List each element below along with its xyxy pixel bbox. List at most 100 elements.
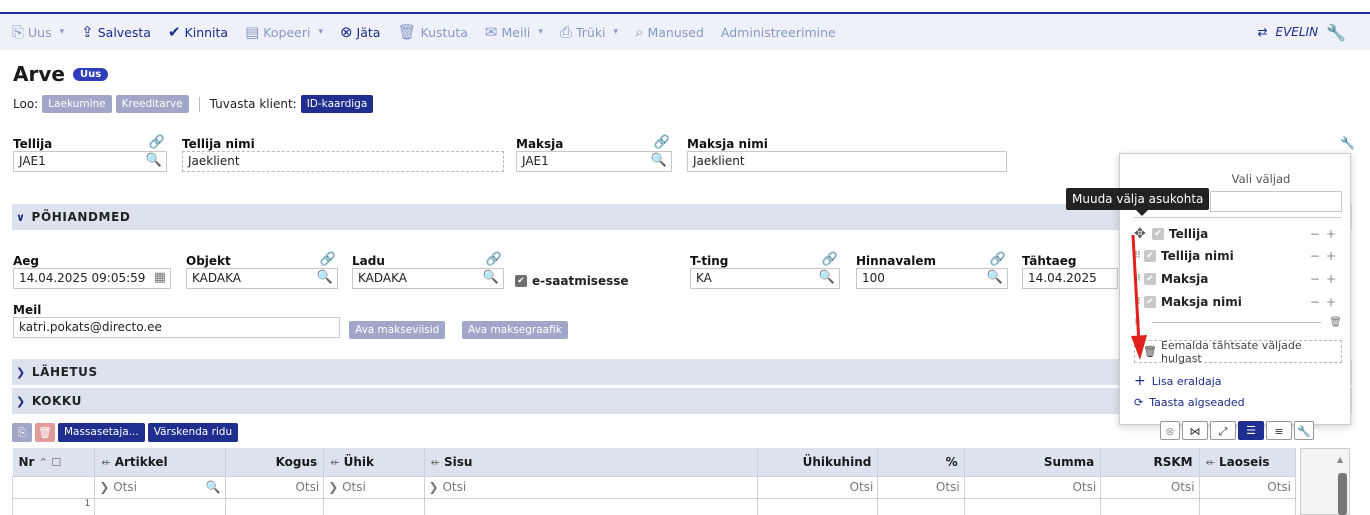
expand-icon[interactable]: ⤢ xyxy=(1210,421,1236,440)
list-compact-icon[interactable]: ≡ xyxy=(1266,421,1292,440)
copy-icon[interactable]: ⎘ xyxy=(12,423,32,442)
popup-item[interactable]: ⠿ ✔ Maksja nimi −+ xyxy=(1134,295,1342,309)
scroll-up-icon[interactable]: ▲ xyxy=(1337,455,1343,464)
checkbox-icon[interactable]: ✔ xyxy=(1144,250,1156,262)
checkbox-icon[interactable]: ✔ xyxy=(1144,273,1156,285)
wrench-icon[interactable]: 🔧 xyxy=(1326,23,1346,42)
ava-maksegraafik-button[interactable]: Ava maksegraafik xyxy=(462,321,568,339)
sort-icon[interactable]: ⌃ ☐ xyxy=(39,456,62,469)
move-icon[interactable]: ✥ xyxy=(1134,226,1152,242)
cell[interactable] xyxy=(423,497,758,515)
filter-laoseis[interactable]: Otsi xyxy=(1198,475,1297,499)
attachments-button[interactable]: ⌕ Manused xyxy=(635,24,704,40)
col-artikkel[interactable]: ⇷ Artikkel xyxy=(94,448,226,476)
tellija-nimi-input[interactable]: Jaeklient xyxy=(182,151,504,172)
varskenda-button[interactable]: Värskenda ridu xyxy=(147,423,239,442)
kreeditarve-button[interactable]: Kreeditarve xyxy=(115,95,189,113)
popup-separator-item[interactable]: ⠿ 🗑 xyxy=(1134,317,1342,328)
print-button[interactable]: ⎙ Trüki ▾ xyxy=(560,24,618,40)
leave-button[interactable]: ⊗ Jäta xyxy=(340,24,381,40)
col-kogus[interactable]: Kogus xyxy=(225,448,325,476)
search-icon[interactable]: 🔍 xyxy=(987,270,1003,285)
minus-plus-icon[interactable]: −+ xyxy=(1310,227,1342,241)
search-icon[interactable]: 🔍 xyxy=(206,480,221,494)
col-protsent[interactable]: % xyxy=(877,448,965,476)
calendar-icon[interactable]: ▦ xyxy=(154,270,166,285)
meil-input[interactable]: katri.pokats@directo.ee xyxy=(13,317,340,338)
tahtaeg-input[interactable]: 14.04.2025 xyxy=(1022,268,1118,289)
filter-summa[interactable]: Otsi xyxy=(963,475,1102,499)
minus-plus-icon[interactable]: −+ xyxy=(1310,295,1342,309)
link-icon[interactable]: 🔗 xyxy=(149,135,165,150)
grip-icon[interactable]: ⠿ xyxy=(1134,251,1144,261)
esaat-checkbox[interactable]: ✔ e-saatmisesse xyxy=(515,274,629,288)
checkbox-icon[interactable]: ✔ xyxy=(1152,228,1164,240)
wrench-icon[interactable]: 🔧 xyxy=(1340,136,1355,150)
trash-icon[interactable]: 🗑 xyxy=(35,423,55,442)
close-circle-icon[interactable]: ⊗ xyxy=(1160,421,1180,440)
user-name[interactable]: EVELIN xyxy=(1276,25,1319,39)
ladu-input[interactable]: KADAKA 🔍 xyxy=(352,268,504,289)
checkbox-icon[interactable]: ✔ xyxy=(1144,296,1156,308)
filter-artikkel[interactable]: ❯ Otsi 🔍 xyxy=(94,475,226,499)
link-icon[interactable]: 🔗 xyxy=(822,252,838,267)
link-icon[interactable]: 🔗 xyxy=(486,252,502,267)
popup-item[interactable]: ✥ ✔ Tellija −+ xyxy=(1134,226,1342,242)
copy-button[interactable]: ▤ Kopeeri ▾ xyxy=(245,24,323,40)
filter-kogus[interactable]: Otsi xyxy=(224,475,325,499)
col-laoseis[interactable]: ⇷ Laoseis xyxy=(1199,448,1297,476)
col-summa[interactable]: Summa xyxy=(964,448,1102,476)
filter-protsent[interactable]: Otsi xyxy=(877,475,965,499)
id-card-button[interactable]: ID-kaardiga xyxy=(300,95,374,113)
cell[interactable] xyxy=(877,497,965,515)
cell[interactable] xyxy=(224,497,325,515)
hinnavalem-input[interactable]: 100 🔍 xyxy=(856,268,1008,289)
search-icon[interactable]: 🔍 xyxy=(483,270,499,285)
reset-link[interactable]: ⟳ Taasta algseaded xyxy=(1134,396,1245,409)
new-button[interactable]: ⎘ Uus ▾ xyxy=(12,24,64,40)
add-separator-link[interactable]: + Lisa eraldaja xyxy=(1134,373,1222,389)
cell[interactable] xyxy=(756,497,879,515)
scroll-thumb[interactable] xyxy=(1338,473,1347,515)
trash-icon[interactable]: 🗑 xyxy=(1329,317,1342,328)
wrench-icon[interactable]: 🔧 xyxy=(1294,421,1314,440)
aeg-input[interactable]: 14.04.2025 09:05:59 ▦ xyxy=(13,268,171,289)
cell[interactable] xyxy=(963,497,1102,515)
cell[interactable] xyxy=(94,497,226,515)
minus-plus-icon[interactable]: −+ xyxy=(1310,249,1342,263)
filter-rskm[interactable]: Otsi xyxy=(1100,475,1200,499)
ava-makseviisid-button[interactable]: Ava makseviisid xyxy=(349,321,446,339)
col-uhikuhind[interactable]: Ühikuhind xyxy=(757,448,879,476)
link-icon[interactable]: 🔗 xyxy=(990,252,1006,267)
table-row[interactable]: 1 xyxy=(11,497,1297,515)
col-rskm[interactable]: RSKM xyxy=(1100,448,1200,476)
tting-input[interactable]: KA 🔍 xyxy=(690,268,840,289)
laekumine-button[interactable]: Laekumine xyxy=(42,95,112,113)
link-icon[interactable]: 🔗 xyxy=(320,252,336,267)
confirm-button[interactable]: ✔ Kinnita xyxy=(168,24,228,40)
cell[interactable] xyxy=(1198,497,1297,515)
minus-plus-icon[interactable]: −+ xyxy=(1310,272,1342,286)
admin-button[interactable]: Administreerimine xyxy=(721,25,836,40)
massasetaja-button[interactable]: Massasetaja... xyxy=(58,423,145,442)
filter-uhik[interactable]: ❯ Otsi xyxy=(323,475,425,499)
tellija-input[interactable]: JAE1 🔍 xyxy=(13,151,167,172)
col-nr[interactable]: Nr ⌃ ☐ xyxy=(12,448,96,476)
search-icon[interactable]: 🔍 xyxy=(651,153,667,168)
cell[interactable] xyxy=(323,497,425,515)
swap-icon[interactable]: ⇄ xyxy=(1257,25,1267,39)
col-uhik[interactable]: ⇷ Ühik xyxy=(323,448,425,476)
link-icon[interactable]: 🔗 xyxy=(654,135,670,150)
columns-icon[interactable]: ⋈ xyxy=(1182,421,1208,440)
save-button[interactable]: ⇪ Salvesta xyxy=(81,24,151,40)
search-icon[interactable]: 🔍 xyxy=(317,270,333,285)
filter-sisu[interactable]: ❯ Otsi xyxy=(423,475,758,499)
maksja-nimi-input[interactable]: Jaeklient xyxy=(687,151,1007,172)
grip-icon[interactable]: ⠿ xyxy=(1134,297,1144,307)
list-icon[interactable]: ☰ xyxy=(1238,421,1264,440)
scrollbar[interactable]: ▲ xyxy=(1300,448,1350,515)
search-icon[interactable]: 🔍 xyxy=(819,270,835,285)
col-sisu[interactable]: ⇷ Sisu xyxy=(424,448,758,476)
mail-button[interactable]: ✉ Meili ▾ xyxy=(485,24,543,40)
remove-dropzone[interactable]: 🗑 Eemalda tähtsate väljade hulgast xyxy=(1134,339,1342,365)
